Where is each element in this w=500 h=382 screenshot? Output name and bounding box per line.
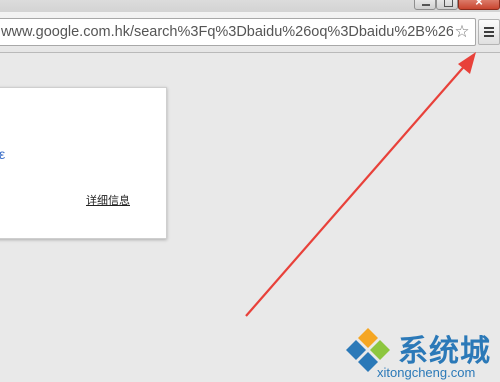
arrow-shaft	[245, 61, 469, 317]
watermark: 系统城 xitongcheng.com	[340, 322, 500, 382]
watermark-title: 系统城	[398, 334, 491, 369]
watermark-domain: xitongcheng.com	[377, 365, 476, 380]
